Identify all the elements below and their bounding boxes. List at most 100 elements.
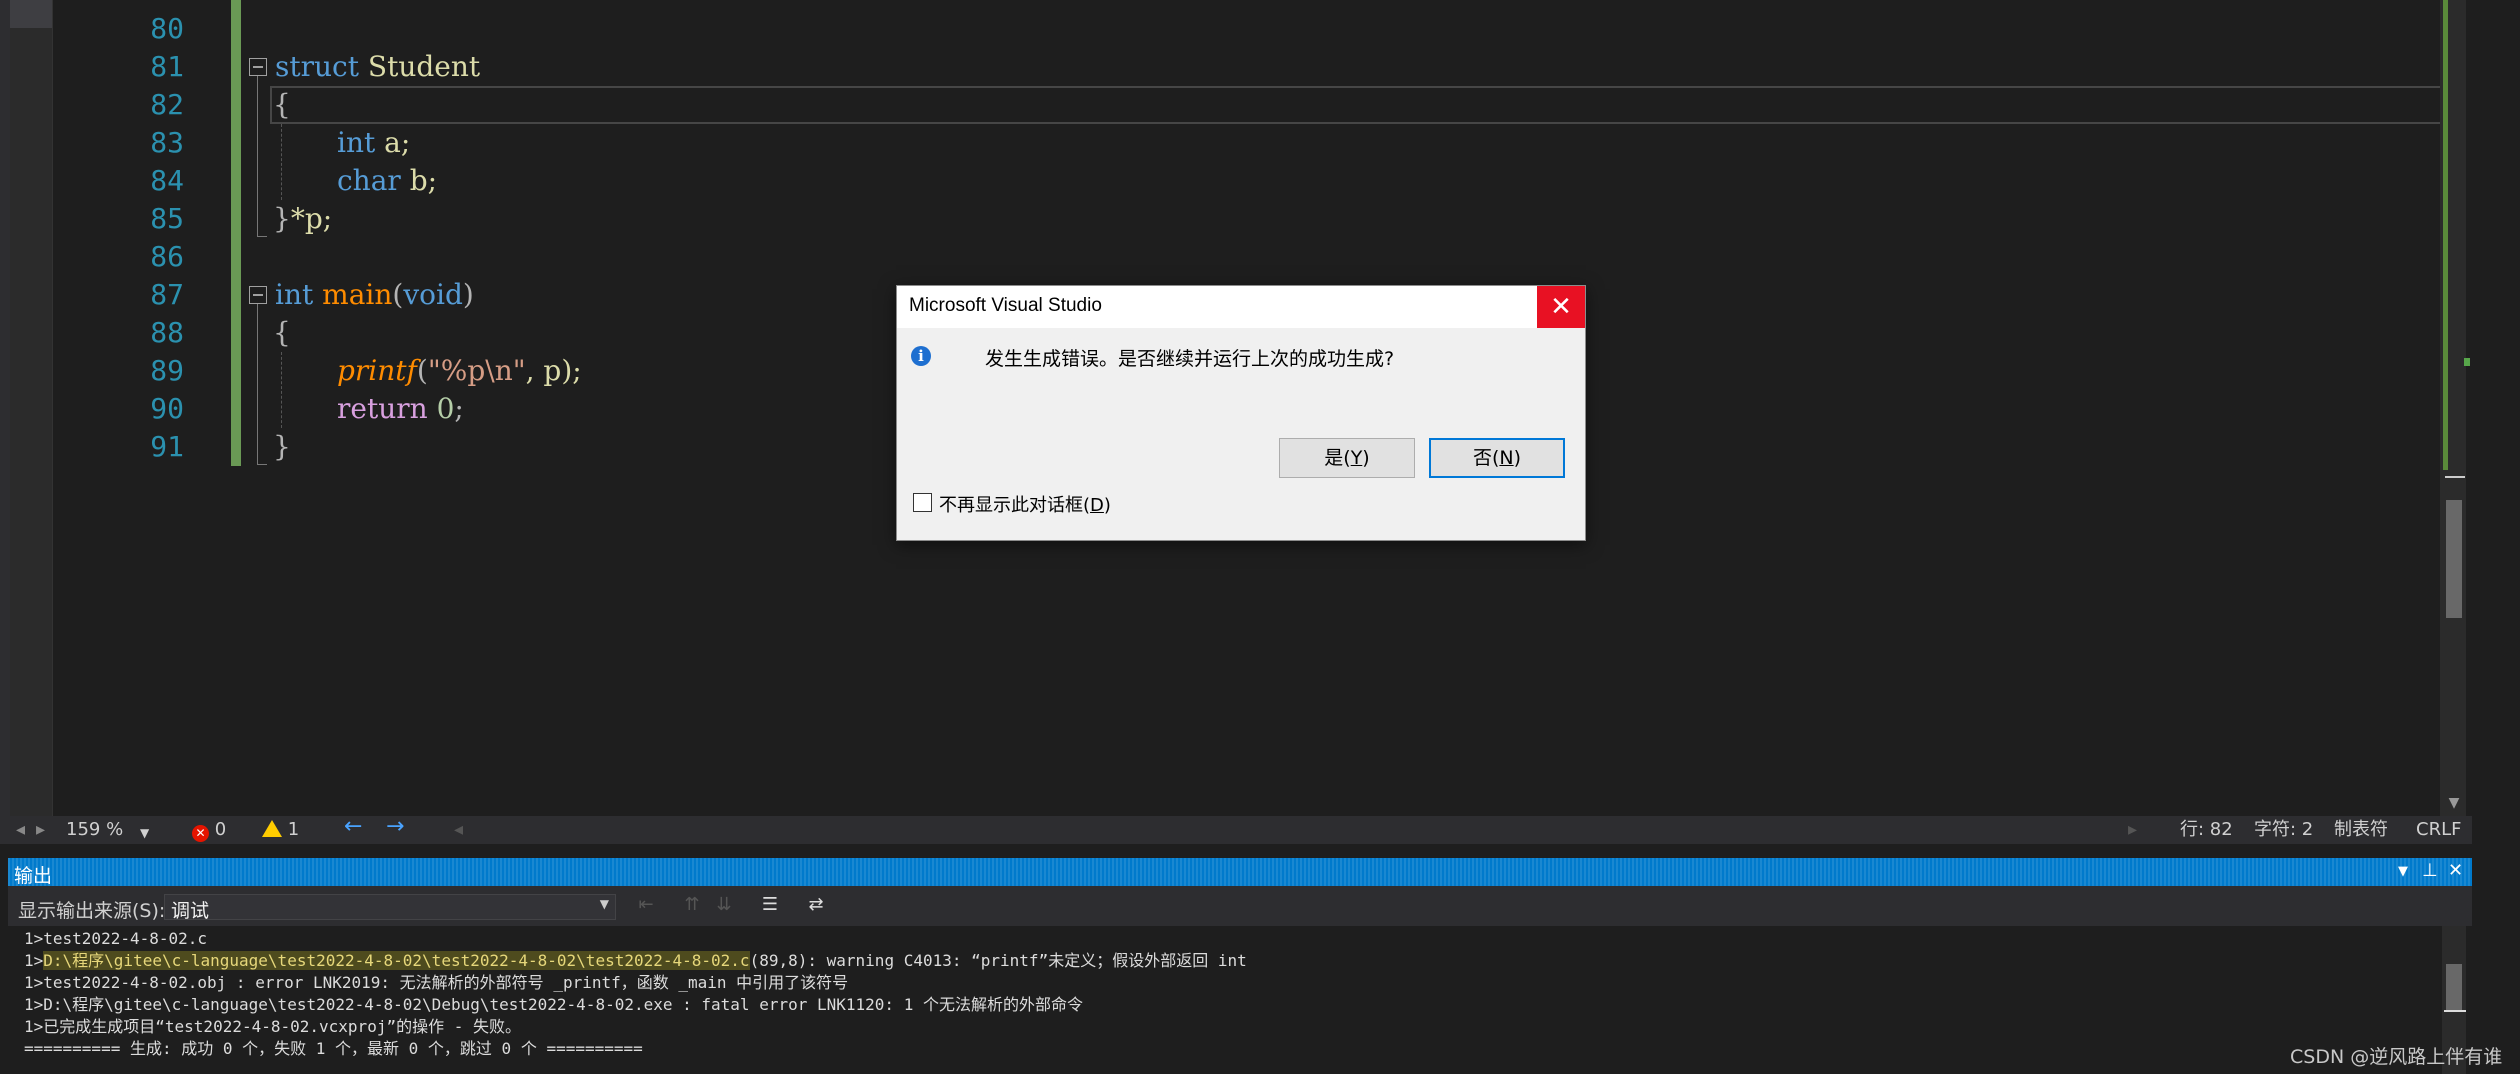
line-number: 86 <box>150 240 184 273</box>
error-count: 0 <box>214 819 227 840</box>
output-source-value: 调试 <box>171 900 210 922</box>
editor-scroll-thumb[interactable] <box>2446 500 2462 618</box>
dont-show-again-label[interactable]: 不再显示此对话框(D) <box>939 491 1111 517</box>
line-number: 83 <box>150 126 184 159</box>
fold-line <box>257 76 258 236</box>
output-line: ========== 生成: 成功 0 个，失败 1 个，最新 0 个，跳过 0… <box>24 1039 643 1058</box>
line-number: 91 <box>150 430 184 463</box>
info-icon: i <box>911 346 931 366</box>
yes-access-key: Y <box>1350 447 1363 469</box>
output-source-label: 显示输出来源(S): <box>18 900 166 922</box>
keyword: char <box>337 164 401 197</box>
editor-status-bar: ◂ ▸ 159 % ▼ ✕ 0 1 ← → ◂ ▸ 行: 82 字符: 2 制表… <box>0 816 2472 844</box>
chevron-down-icon: ▼ <box>599 897 609 911</box>
zoom-dropdown-icon[interactable]: ▼ <box>140 822 149 844</box>
hscroll-right-icon[interactable]: ▸ <box>2128 819 2137 841</box>
nav-right-arrow-icon[interactable]: ▸ <box>36 819 45 841</box>
nav-left-arrow-icon[interactable]: ◂ <box>16 819 25 841</box>
line-position[interactable]: 行: 82 <box>2180 819 2233 841</box>
margin-thumb <box>10 0 52 28</box>
hscroll-left-icon[interactable]: ◂ <box>454 819 463 841</box>
indent-guide <box>281 352 282 428</box>
dialog-titlebar[interactable]: Microsoft Visual Studio ✕ <box>897 286 1585 328</box>
error-icon: ✕ <box>192 825 209 842</box>
output-scroll-thumb[interactable] <box>2446 964 2462 1010</box>
output-source-select[interactable]: 调试 ▼ <box>164 894 616 922</box>
build-error-dialog: Microsoft Visual Studio ✕ i 发生生成错误。是否继续并… <box>896 285 1586 541</box>
function-call: printf <box>337 354 417 387</box>
dialog-title: Microsoft Visual Studio <box>909 295 1102 316</box>
no-access-key: N <box>1499 447 1514 469</box>
code-line-81: struct Student <box>275 48 480 86</box>
output-scroll-marker <box>2444 1010 2466 1012</box>
line-number: 85 <box>150 202 184 235</box>
glyph-margin <box>52 0 105 816</box>
navigate-forward-icon[interactable]: → <box>386 816 404 838</box>
output-warning-text: (89,8): warning C4013: “printf”未定义；假设外部返… <box>749 951 1247 970</box>
code-line-88: { <box>273 314 291 352</box>
keyword: return <box>337 392 428 425</box>
left-tool-strip <box>0 0 10 816</box>
fold-end <box>257 464 267 465</box>
collapse-struct-icon[interactable] <box>249 58 267 76</box>
paren: ( <box>416 354 428 387</box>
brace: { <box>273 316 291 349</box>
semicolon: ; <box>454 392 464 425</box>
warning-indicator[interactable]: 1 <box>262 819 299 841</box>
dont-show-access-key: D <box>1090 495 1104 516</box>
keyword: void <box>403 278 463 311</box>
field: a; <box>384 126 411 159</box>
close-panel-icon[interactable]: ✕ <box>2448 860 2463 881</box>
keyword: int <box>275 278 314 311</box>
output-prefix: 1> <box>24 951 44 970</box>
code-line-85: }*p; <box>273 200 332 238</box>
dont-show-again-checkbox[interactable] <box>913 493 932 512</box>
line-ending[interactable]: CRLF <box>2416 819 2461 841</box>
code-line-89: printf("%p\n", p); <box>337 352 582 390</box>
panel-menu-icon[interactable]: ▼ <box>2398 864 2408 879</box>
output-text-area[interactable]: 1>test2022-4-8-02.c 1>D:\程序\gitee\c-lang… <box>8 926 2472 1074</box>
output-line: 1>test2022-4-8-02.c <box>24 929 208 948</box>
output-line: 1>D:\程序\gitee\c-language\test2022-4-8-02… <box>24 995 1083 1014</box>
close-icon[interactable]: ✕ <box>1537 286 1585 328</box>
paren: ( <box>392 278 404 311</box>
scroll-down-arrow-icon[interactable]: ▼ <box>2446 795 2462 811</box>
error-indicator[interactable]: ✕ 0 <box>192 819 226 842</box>
char-position[interactable]: 字符: 2 <box>2254 819 2313 841</box>
warning-count: 1 <box>287 819 300 840</box>
indicator-margin <box>10 0 52 816</box>
output-file-link[interactable]: D:\程序\gitee\c-language\test2022-4-8-02\t… <box>43 951 750 970</box>
code-line-84: char b; <box>337 162 437 200</box>
output-panel-header[interactable]: 输出 ▼ ⊥ ✕ <box>8 858 2472 887</box>
change-tracking-bar <box>231 0 241 466</box>
code-line-91: } <box>273 428 291 466</box>
line-number: 82 <box>150 88 184 121</box>
pin-icon[interactable]: ⊥ <box>2422 860 2438 881</box>
code-line-87: int main(void) <box>275 276 474 314</box>
prev-message-icon[interactable]: ⇈ <box>680 894 704 918</box>
navigate-back-icon[interactable]: ← <box>344 816 362 838</box>
current-line-highlight <box>270 86 2442 124</box>
zoom-level[interactable]: 159 % <box>66 819 123 841</box>
line-number: 84 <box>150 164 184 197</box>
yes-label-end: ) <box>1362 447 1370 469</box>
keyword: struct <box>275 50 359 83</box>
brace: } <box>273 430 291 463</box>
line-number: 80 <box>150 12 184 45</box>
code-line-90: return 0; <box>337 390 464 428</box>
next-message-icon[interactable]: ⇊ <box>712 894 736 918</box>
dialog-message: 发生生成错误。是否继续并运行上次的成功生成? <box>985 348 1395 370</box>
yes-button[interactable]: 是(Y) <box>1279 438 1415 478</box>
find-message-icon[interactable]: ⇤ <box>634 894 658 918</box>
dont-show-text: 不再显示此对话框( <box>939 495 1091 516</box>
collapse-main-icon[interactable] <box>249 286 267 304</box>
output-line: 1>test2022-4-8-02.obj : error LNK2019: 无… <box>24 973 849 992</box>
yes-label: 是( <box>1324 447 1351 469</box>
no-button[interactable]: 否(N) <box>1429 438 1565 478</box>
clear-all-icon[interactable]: ☰ <box>758 894 782 918</box>
indent-guide <box>281 124 282 200</box>
number-literal: 0 <box>436 392 455 425</box>
struct-name: Student <box>367 50 481 83</box>
toggle-word-wrap-icon[interactable]: ⇄ <box>804 894 828 918</box>
indent-mode[interactable]: 制表符 <box>2334 819 2388 841</box>
